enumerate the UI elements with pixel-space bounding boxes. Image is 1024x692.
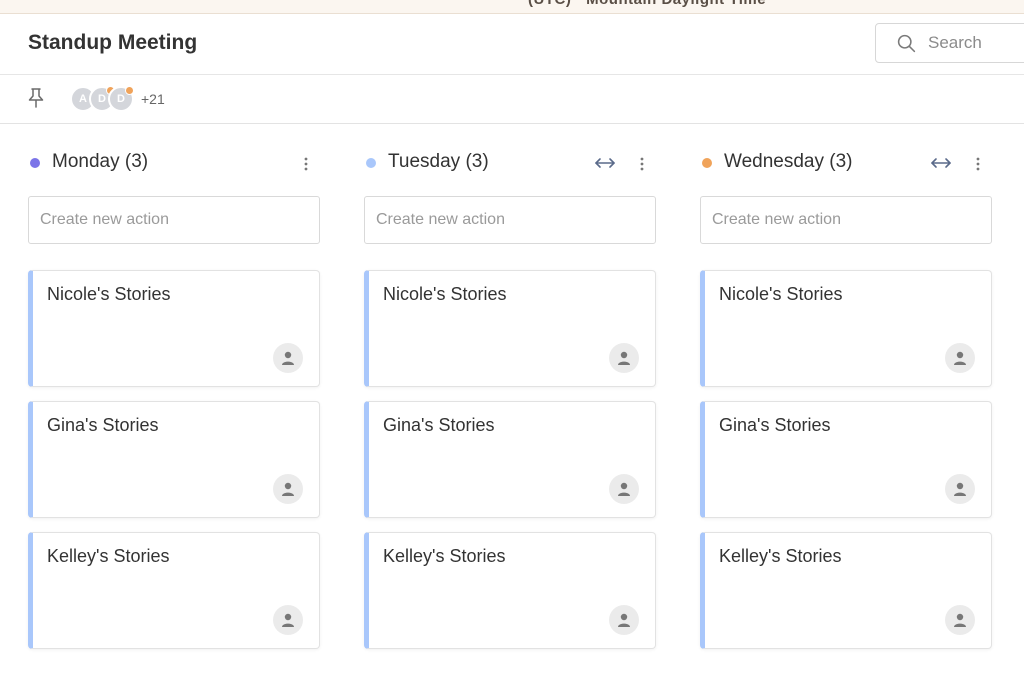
action-card[interactable]: Nicole's Stories — [28, 270, 320, 387]
column-header: Monday (3) — [28, 124, 320, 196]
assignee-avatar[interactable] — [609, 343, 639, 373]
assignee-avatar[interactable] — [609, 605, 639, 635]
pin-icon[interactable] — [26, 87, 46, 109]
assignee-avatar[interactable] — [273, 343, 303, 373]
column-monday: Monday (3) Nicole's Stories Gina's Stori… — [28, 124, 320, 649]
status-dot — [702, 158, 712, 168]
column-header: Tuesday (3) — [364, 124, 656, 196]
card-title: Gina's Stories — [719, 415, 831, 435]
card-title: Kelley's Stories — [383, 546, 506, 566]
assignee-avatar[interactable] — [273, 605, 303, 635]
user-icon — [282, 613, 294, 627]
user-icon — [954, 351, 966, 365]
status-dot — [125, 86, 134, 95]
action-card[interactable]: Kelley's Stories — [364, 532, 656, 649]
action-card[interactable]: Gina's Stories — [364, 401, 656, 518]
assignee-avatar[interactable] — [945, 474, 975, 504]
search-placeholder: Search — [928, 33, 982, 52]
assignee-avatar[interactable] — [945, 343, 975, 373]
user-icon — [954, 613, 966, 627]
banner-text: (UTC) · Mountain Daylight Time — [528, 0, 766, 8]
board-toolbar: A D D +21 — [0, 75, 1024, 124]
status-dot — [30, 158, 40, 168]
assignee-avatar[interactable] — [609, 474, 639, 504]
avatar-initial: D — [98, 93, 106, 105]
avatar-initial: A — [79, 93, 87, 105]
card-title: Nicole's Stories — [719, 284, 843, 304]
top-banner: (UTC) · Mountain Daylight Time — [0, 0, 1024, 14]
action-card[interactable]: Kelley's Stories — [700, 532, 992, 649]
more-participants-count[interactable]: +21 — [141, 91, 165, 107]
more-vertical-icon[interactable] — [299, 156, 313, 172]
status-dot — [366, 158, 376, 168]
column-header: Wednesday (3) — [700, 124, 992, 196]
avatar[interactable]: D — [108, 86, 134, 112]
user-icon — [618, 351, 630, 365]
search-input[interactable]: Search — [875, 23, 1024, 63]
assignee-avatar[interactable] — [945, 605, 975, 635]
card-title: Kelley's Stories — [719, 546, 842, 566]
action-card[interactable]: Gina's Stories — [700, 401, 992, 518]
user-icon — [954, 482, 966, 496]
more-vertical-icon[interactable] — [971, 156, 985, 172]
user-icon — [282, 351, 294, 365]
avatar-initial: D — [117, 93, 125, 105]
action-card[interactable]: Nicole's Stories — [700, 270, 992, 387]
column-title: Tuesday (3) — [388, 151, 489, 172]
assignee-avatar[interactable] — [273, 474, 303, 504]
user-icon — [618, 613, 630, 627]
more-vertical-icon[interactable] — [635, 156, 649, 172]
user-icon — [618, 482, 630, 496]
column-tuesday: Tuesday (3) Nicole's Stories Gina's Stor… — [364, 124, 656, 649]
page-header: Standup Meeting Search — [0, 14, 1024, 75]
resize-horizontal-icon[interactable] — [594, 155, 616, 171]
page-title: Standup Meeting — [28, 31, 198, 54]
create-action-input[interactable] — [364, 196, 656, 244]
resize-horizontal-icon[interactable] — [930, 155, 952, 171]
card-title: Gina's Stories — [47, 415, 159, 435]
create-action-input[interactable] — [700, 196, 992, 244]
user-icon — [282, 482, 294, 496]
create-action-input[interactable] — [28, 196, 320, 244]
action-card[interactable]: Nicole's Stories — [364, 270, 656, 387]
card-title: Nicole's Stories — [383, 284, 507, 304]
card-title: Gina's Stories — [383, 415, 495, 435]
column-wednesday: Wednesday (3) Nicole's Stories Gina's St… — [700, 124, 992, 649]
card-title: Kelley's Stories — [47, 546, 170, 566]
column-title: Wednesday (3) — [724, 151, 853, 172]
card-title: Nicole's Stories — [47, 284, 171, 304]
action-card[interactable]: Kelley's Stories — [28, 532, 320, 649]
search-icon — [897, 34, 916, 52]
column-title: Monday (3) — [52, 151, 149, 172]
action-card[interactable]: Gina's Stories — [28, 401, 320, 518]
